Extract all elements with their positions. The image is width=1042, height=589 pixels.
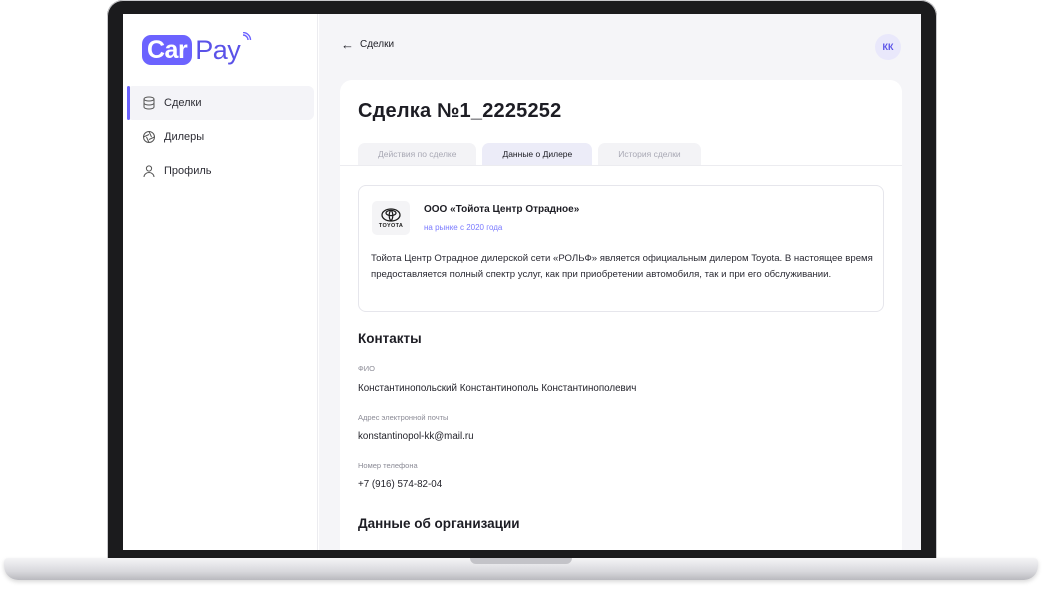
sidebar-item-label: Дилеры	[164, 131, 205, 143]
deal-card: Сделка №1_2225252 Действия по сделке Дан…	[340, 80, 902, 550]
dealer-name: ООО «Тойота Центр Отрадное»	[424, 204, 580, 215]
carpay-logo[interactable]: Car Pay	[142, 31, 253, 66]
dealer-logo: TOYOTA	[372, 201, 410, 235]
toyota-logo-icon	[381, 207, 401, 222]
sidebar-item-label: Профиль	[164, 165, 212, 177]
email-value: konstantinopol-kk@mail.ru	[358, 431, 474, 442]
logo-pay-text: Pay	[195, 35, 241, 65]
database-icon	[142, 96, 156, 110]
user-icon	[142, 164, 156, 178]
sidebar-item-deals[interactable]: Сделки	[127, 86, 314, 120]
back-link[interactable]: ← Сделки	[341, 36, 395, 52]
phone-value: +7 (916) 574-82-04	[358, 479, 443, 490]
dealer-logo-text: TOYOTA	[378, 222, 404, 229]
app-screen: Car Pay Сделки Дилеры Профиль ← Сделки К…	[123, 14, 921, 550]
contacts-title: Контакты	[358, 331, 422, 346]
email-label: Адрес электронной почты	[358, 413, 449, 422]
sidebar: Car Pay Сделки Дилеры Профиль	[123, 14, 318, 550]
organization-title: Данные об организации	[358, 516, 520, 531]
sidebar-item-profile[interactable]: Профиль	[127, 154, 314, 188]
wireless-icon	[241, 31, 253, 49]
deal-tabs: Действия по сделке Данные о Дилере Истор…	[358, 143, 701, 165]
topbar: ← Сделки КК	[319, 14, 921, 78]
fio-value: Константинопольский Константинополь Конс…	[358, 383, 637, 394]
tab-divider	[340, 165, 902, 166]
laptop-notch	[470, 558, 572, 564]
avatar[interactable]: КК	[875, 34, 901, 60]
aperture-icon	[142, 130, 156, 144]
dealer-since: на рынке с 2020 года	[424, 223, 503, 232]
main-content: ← Сделки КК Сделка №1_2225252 Действия п…	[319, 14, 921, 550]
tab-deal-history[interactable]: История сделки	[598, 143, 701, 165]
logo-car-text: Car	[142, 35, 193, 65]
tab-dealer-data[interactable]: Данные о Дилере	[482, 143, 593, 165]
fio-label: ФИО	[358, 364, 375, 373]
sidebar-nav: Сделки Дилеры Профиль	[127, 86, 314, 188]
back-label: Сделки	[360, 39, 395, 50]
phone-label: Номер телефона	[358, 461, 418, 470]
page-title: Сделка №1_2225252	[358, 100, 562, 122]
sidebar-item-label: Сделки	[164, 97, 202, 109]
sidebar-item-dealers[interactable]: Дилеры	[127, 120, 314, 154]
dealer-description: Тойота Центр Отрадное дилерской сети «РО…	[371, 253, 873, 280]
dealer-info-box: TOYOTA ООО «Тойота Центр Отрадное» на ры…	[358, 185, 884, 312]
arrow-left-icon: ←	[341, 36, 354, 52]
tab-deal-actions[interactable]: Действия по сделке	[358, 143, 477, 165]
